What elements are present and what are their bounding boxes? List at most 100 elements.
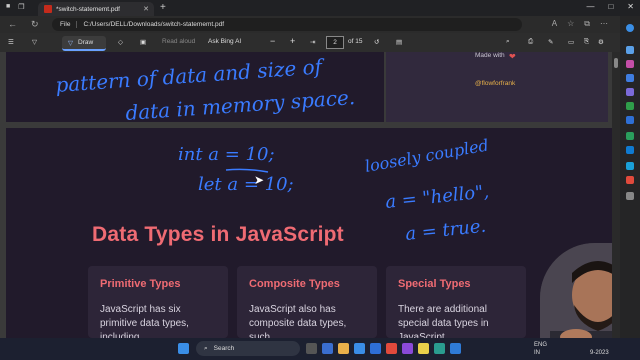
card-text: JavaScript has six primitive data types,…	[100, 304, 189, 338]
author-handle: @flowforfrank	[475, 80, 516, 87]
highlight-icon[interactable]: ▽	[32, 38, 37, 46]
telegram-icon[interactable]	[626, 146, 634, 154]
pdf-toolbar: ☰ ▽ ▽ Draw ◇ ▣ Read aloud Ask Bing AI − …	[0, 33, 640, 53]
office-icon[interactable]	[626, 102, 634, 110]
edge-sidebar	[620, 16, 640, 338]
draw-label: Draw	[78, 39, 94, 46]
chrome-icon[interactable]	[386, 343, 397, 354]
url-icons: A ☆ ⧉ ⋯	[552, 19, 608, 29]
tab-actions-icon[interactable]: ❐	[18, 3, 24, 11]
save-icon[interactable]: ▭	[568, 38, 574, 46]
draw-button[interactable]: ▽ Draw	[62, 36, 106, 51]
heart-icon: ❤	[509, 52, 516, 61]
eraser-icon[interactable]: ◇	[118, 38, 123, 46]
outlook-icon[interactable]	[626, 116, 634, 124]
vertical-scrollbar[interactable]	[612, 52, 620, 338]
search-icon: ⌕	[204, 344, 208, 352]
tab-pdf[interactable]: *switch-statememt.pdf ✕	[38, 2, 154, 16]
ask-bing-button[interactable]: Ask Bing AI	[208, 38, 241, 45]
shopping-icon[interactable]	[626, 60, 634, 68]
file-label: File	[60, 21, 78, 28]
ink-line-2: data in memory space.	[125, 85, 356, 122]
page-number-input[interactable]: 2	[326, 36, 344, 49]
card-title: Composite Types	[249, 278, 340, 290]
file-explorer-icon[interactable]	[338, 343, 349, 354]
drop-icon[interactable]	[626, 132, 634, 140]
favorite-icon[interactable]: ☆	[567, 19, 574, 29]
search-sidebar-icon[interactable]	[626, 46, 634, 54]
games-icon[interactable]	[626, 88, 634, 96]
scrollbar-thumb[interactable]	[614, 58, 618, 68]
video-icon[interactable]	[322, 343, 333, 354]
start-icon[interactable]	[178, 343, 189, 354]
settings-icon[interactable]: ⚙	[598, 38, 604, 46]
zoom-in-button[interactable]: +	[290, 36, 295, 46]
close-tab-icon[interactable]: ✕	[143, 5, 149, 13]
contents-icon[interactable]: ☰	[8, 38, 14, 46]
apps-icon[interactable]	[626, 162, 634, 170]
print-icon[interactable]: ⎙	[528, 38, 533, 46]
minimize-icon[interactable]: —	[586, 2, 594, 11]
mouse-cursor-icon: ➤	[254, 173, 264, 187]
title-bar: ■ ❐ *switch-statememt.pdf ✕ + — □ ✕	[0, 0, 640, 16]
edge-active-icon[interactable]	[434, 343, 445, 354]
taskbar: ⌕ Search ENG IN 9-2023	[0, 338, 640, 360]
draw-save-icon[interactable]: ✎	[548, 38, 553, 46]
new-tab-button[interactable]: +	[160, 2, 166, 13]
ink-arrow	[225, 168, 269, 173]
facebook-icon[interactable]	[370, 343, 381, 354]
card-text: JavaScript also has composite data types…	[249, 304, 347, 338]
zoom-out-button[interactable]: −	[270, 36, 275, 46]
more-icon[interactable]: ⋯	[600, 19, 608, 29]
news-icon[interactable]	[626, 176, 634, 184]
bing-icon[interactable]	[626, 24, 634, 32]
taskbar-search[interactable]: ⌕ Search	[196, 341, 300, 356]
back-icon[interactable]: ←	[8, 19, 17, 30]
page-view-icon[interactable]: ▤	[396, 38, 402, 46]
url-field[interactable]: File C:/Users/DELL/Downloads/switch-stat…	[52, 18, 522, 31]
profile-icon[interactable]: ■	[6, 3, 10, 11]
read-aloud-button[interactable]: Read aloud	[162, 38, 195, 45]
maximize-icon[interactable]: □	[608, 2, 613, 11]
card-text: There are additional special data types …	[398, 304, 489, 338]
page-total: of 15	[348, 38, 363, 45]
pen-icon: ▽	[68, 39, 73, 47]
pdf-page-1: pattern of data and size of data in memo…	[6, 52, 384, 122]
close-window-icon[interactable]: ✕	[627, 2, 634, 11]
vscode-icon[interactable]	[450, 343, 461, 354]
refresh-icon[interactable]: ↻	[31, 19, 39, 30]
read-mode-icon[interactable]: A	[552, 19, 557, 29]
ink-note-3: a = true.	[404, 216, 487, 245]
tab-title: *switch-statememt.pdf	[56, 5, 120, 13]
ink-note-2: a = "hello",	[384, 181, 490, 213]
pdf-icon	[44, 5, 52, 13]
ink-annotation-top: pattern of data and size of data in memo…	[55, 54, 356, 122]
fit-page-icon[interactable]: ⇥	[310, 38, 315, 46]
card-composite: Composite Types JavaScript also has comp…	[237, 266, 377, 338]
lang-bottom: IN	[534, 350, 540, 356]
window-controls-left: ■ ❐	[6, 3, 25, 11]
tools-icon[interactable]	[626, 74, 634, 82]
collections-icon[interactable]: ⧉	[584, 19, 590, 29]
slide-heading: Data Types in JavaScript	[92, 223, 344, 246]
notes-icon[interactable]	[418, 343, 429, 354]
language-indicator[interactable]: ENG IN	[534, 341, 547, 357]
made-with-text: Made with	[475, 52, 505, 59]
rotate-icon[interactable]: ↺	[374, 38, 379, 46]
app-icon[interactable]	[402, 343, 413, 354]
task-view-icon[interactable]	[306, 343, 317, 354]
lang-top: ENG	[534, 342, 548, 348]
ink-annotation-code: int a = 10; let a = 10; loosely coupled …	[178, 135, 490, 245]
nav-buttons: ← ↻	[8, 19, 39, 30]
card-title: Primitive Types	[100, 278, 181, 290]
ink-code-2: let a = 10;	[198, 174, 294, 195]
save-as-icon[interactable]: ⎘	[584, 38, 589, 46]
card-special: Special Types There are additional speci…	[386, 266, 526, 338]
search-icon[interactable]: ⌕	[506, 38, 510, 46]
card-primitive: Primitive Types JavaScript has six primi…	[88, 266, 228, 338]
text-icon[interactable]: ▣	[140, 38, 146, 46]
url-text: C:/Users/DELL/Downloads/switch-statememt…	[83, 21, 225, 28]
add-sidebar-icon[interactable]	[626, 192, 634, 200]
date-text: 9-2023	[590, 350, 609, 356]
edge-icon[interactable]	[354, 343, 365, 354]
